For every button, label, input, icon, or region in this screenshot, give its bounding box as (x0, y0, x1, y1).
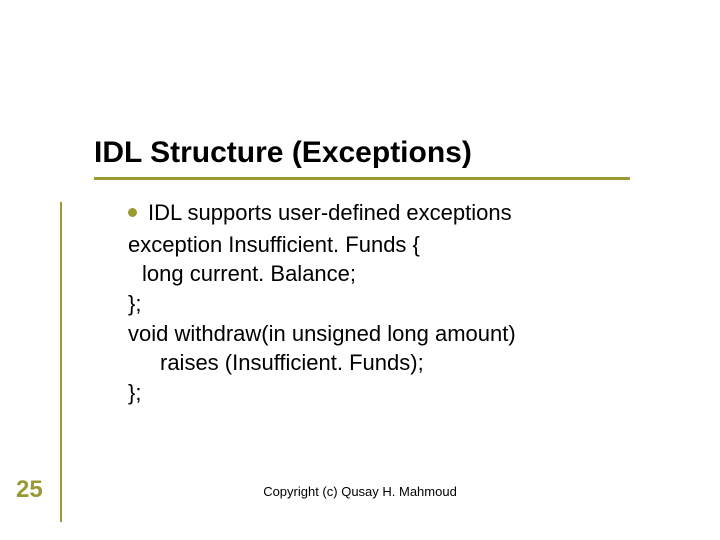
code-line: }; (128, 378, 648, 408)
code-line: long current. Balance; (128, 259, 648, 289)
code-line: raises (Insufficient. Funds); (128, 348, 648, 378)
slide: IDL Structure (Exceptions) IDL supports … (0, 0, 720, 540)
title-underline (94, 177, 630, 180)
slide-body: IDL supports user-defined exceptions exc… (128, 198, 648, 408)
code-line: exception Insufficient. Funds { (128, 230, 648, 260)
code-line: }; (128, 289, 648, 319)
code-block: exception Insufficient. Funds { long cur… (128, 230, 648, 408)
slide-title: IDL Structure (Exceptions) (94, 136, 472, 170)
title-wrap: IDL Structure (Exceptions) (94, 136, 472, 170)
bullet-row: IDL supports user-defined exceptions (128, 198, 648, 228)
vertical-accent-line (60, 202, 62, 522)
code-line: void withdraw(in unsigned long amount) (128, 319, 648, 349)
bullet-icon (128, 208, 137, 217)
copyright-text: Copyright (c) Qusay H. Mahmoud (0, 484, 720, 499)
bullet-text: IDL supports user-defined exceptions (148, 198, 512, 228)
